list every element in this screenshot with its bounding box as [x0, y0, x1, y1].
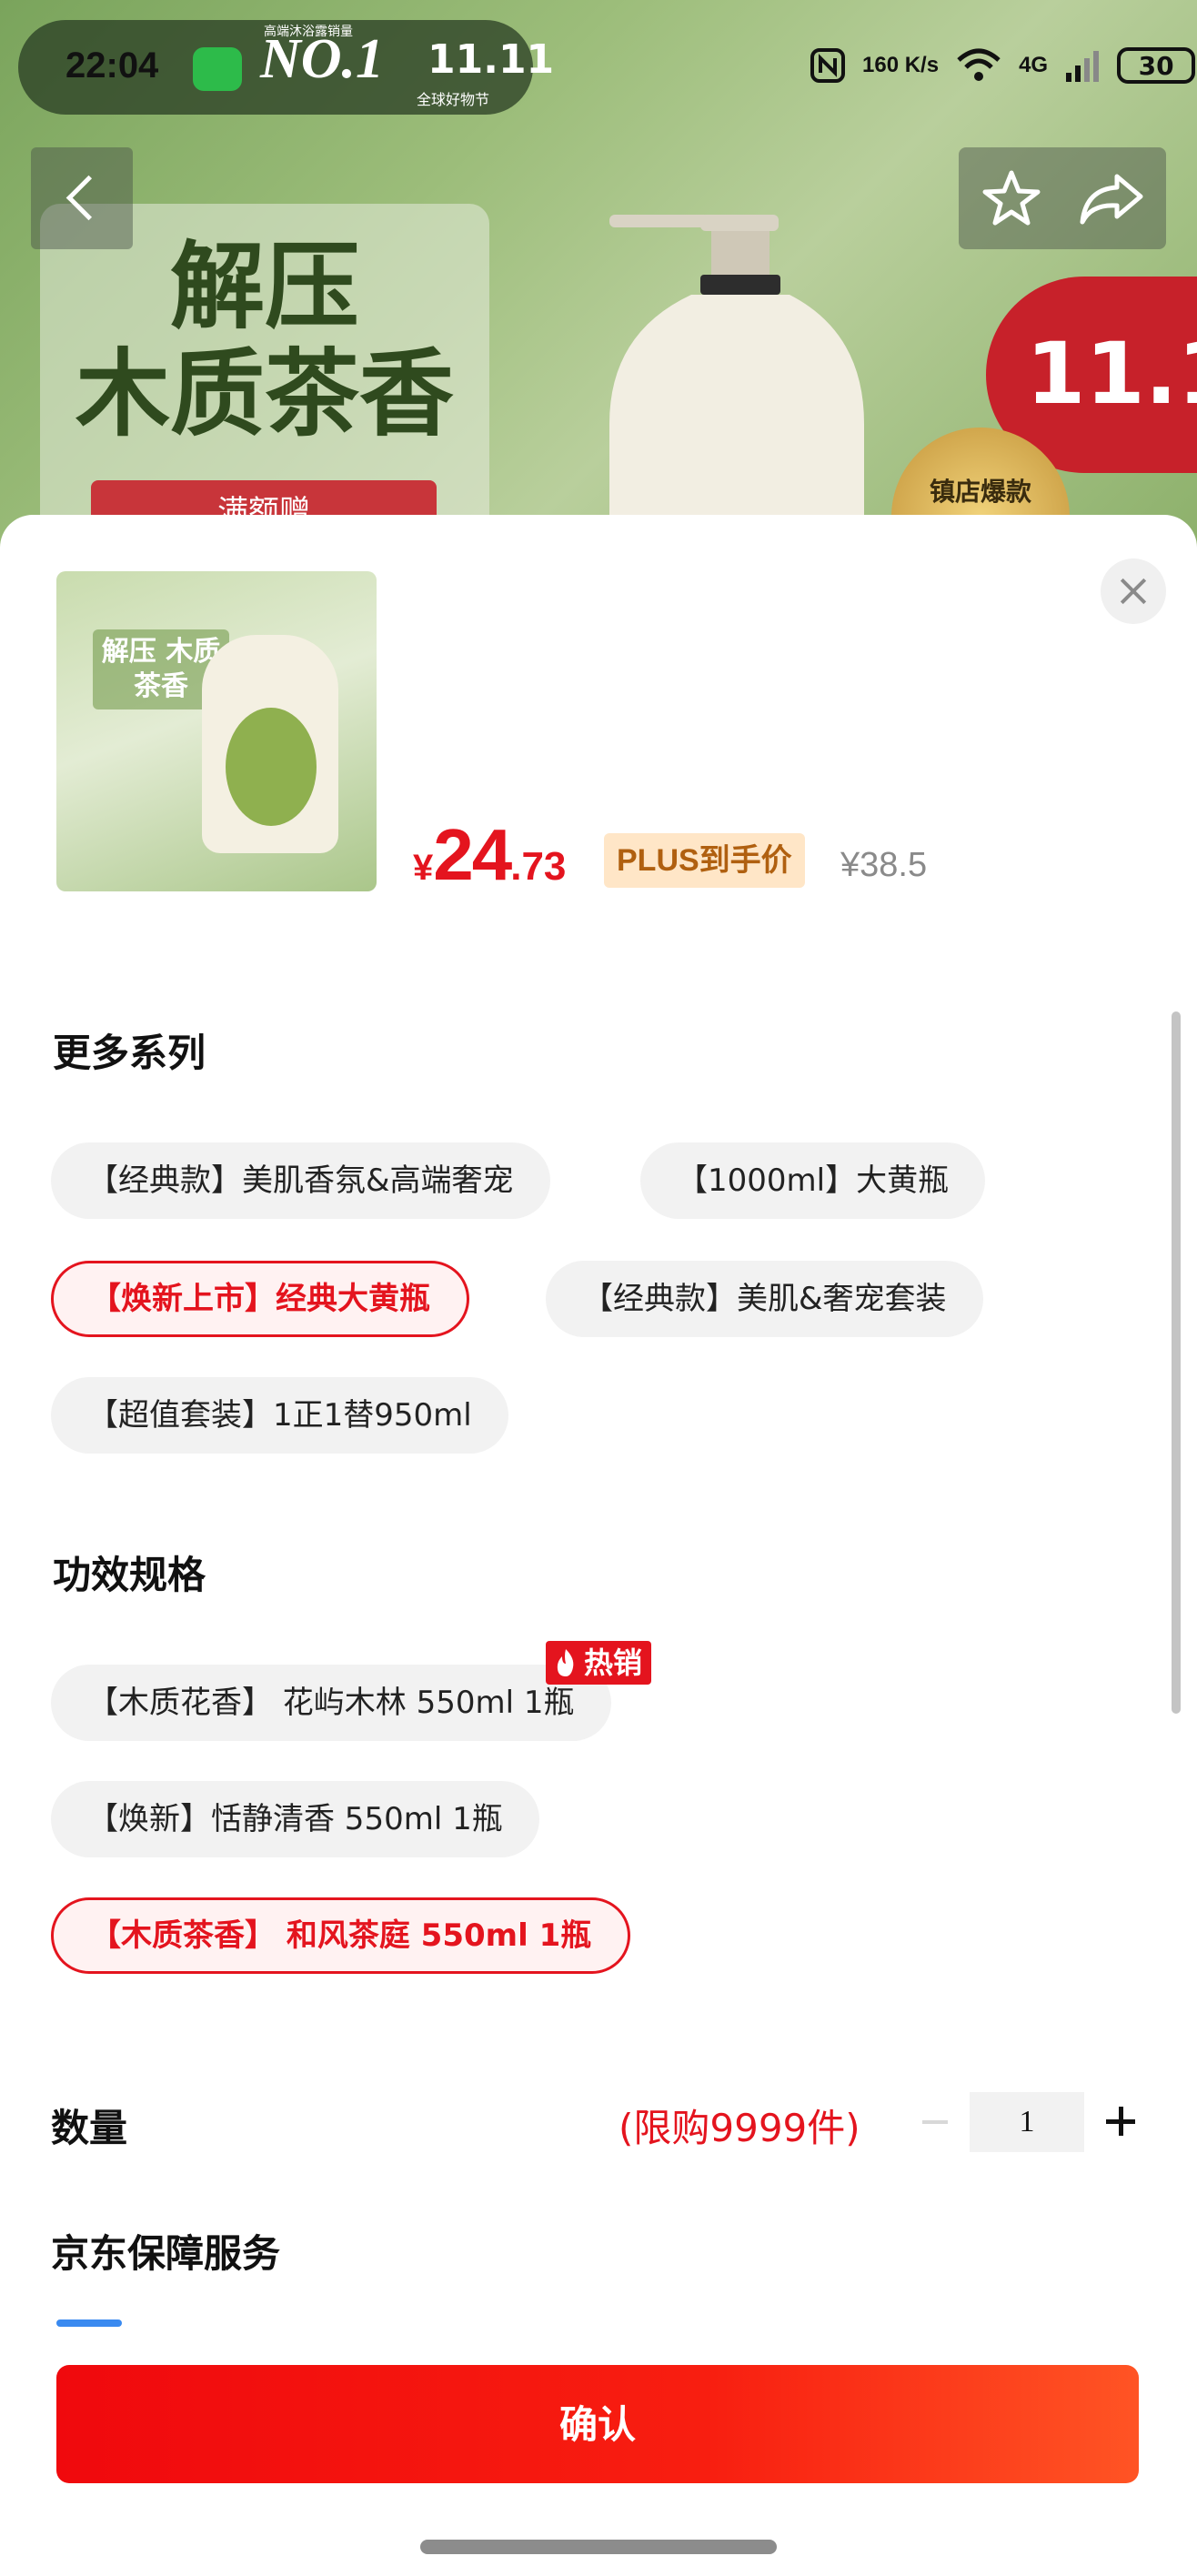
series-section-title: 更多系列 [53, 1031, 206, 1075]
price-currency: ¥ [413, 848, 434, 888]
network-type: 4G [1019, 53, 1049, 77]
plus-price-tag: PLUS到手价 [604, 833, 805, 888]
quantity-stepper[interactable]: 1 [970, 2092, 1084, 2152]
confirm-button[interactable]: 确认 [56, 2365, 1139, 2483]
series-option[interactable]: 【1000ml】大黄瓶 [640, 1142, 986, 1219]
rank-text: NO.1 [260, 28, 385, 90]
spec-option[interactable]: 【焕新】恬静清香 550ml 1瓶 [51, 1781, 539, 1857]
original-price: ¥38.5 [840, 846, 928, 884]
share-icon[interactable] [1077, 167, 1146, 229]
status-indicators: 160 K/s 4G 30 [810, 47, 1196, 84]
top-actions [959, 147, 1166, 249]
flame-icon [557, 1649, 574, 1676]
signal-icon [1066, 51, 1100, 82]
event-text: 11.11 [428, 36, 555, 83]
wifi-icon [957, 48, 1001, 81]
favorite-star-icon[interactable] [981, 167, 1042, 229]
promo-title: 解压 木质茶香 [40, 233, 489, 448]
close-icon[interactable] [1101, 558, 1166, 624]
nfc-icon [810, 48, 845, 83]
hot-badge-label: 热销 [584, 1645, 643, 1680]
wechat-icon [193, 47, 242, 91]
product-hero-background: 解压 木质茶香 满额赠 11.11 镇店爆款 高端沐浴露销量 NO.1 11.1… [0, 0, 1197, 564]
quantity-limit: (限购9999件) [619, 2106, 860, 2150]
network-speed: 160 K/s [862, 53, 940, 77]
product-bottle-image [609, 215, 864, 564]
series-option[interactable]: 【经典款】美肌&奢宠套装 [546, 1261, 983, 1337]
hot-badge: 热销 [546, 1641, 652, 1685]
spec-section-title: 功效规格 [53, 1553, 206, 1597]
promo-title-line2: 木质茶香 [75, 337, 454, 449]
spec-option[interactable]: 【木质花香】 花屿木林 550ml 1瓶 [51, 1665, 611, 1741]
spec-option-selected[interactable]: 【木质茶香】 和风茶庭 550ml 1瓶 [51, 1897, 631, 1974]
home-indicator[interactable] [420, 2540, 777, 2554]
battery-icon: 30 [1117, 47, 1196, 84]
event-caption: 全球好物节 [417, 91, 490, 108]
series-option[interactable]: 【超值套装】1正1替950ml [51, 1377, 508, 1454]
service-option-peek [56, 2319, 122, 2327]
quantity-label: 数量 [51, 2106, 128, 2150]
status-time: 22:04 [65, 45, 159, 86]
series-option[interactable]: 【经典款】美肌香氛&高端奢宠 [51, 1142, 550, 1219]
price: ¥ 24 .73 [413, 813, 566, 897]
thumbnail-bottle-label [226, 708, 317, 826]
back-button[interactable] [31, 147, 133, 249]
scrollbar[interactable] [1172, 1011, 1181, 1714]
price-decimal: .73 [510, 844, 567, 889]
quantity-increase-button[interactable] [1104, 2105, 1137, 2138]
product-thumbnail[interactable]: 解压 木质茶香 [56, 571, 377, 891]
price-integer: 24 [433, 814, 512, 895]
service-section-title: 京东保障服务 [51, 2231, 281, 2276]
series-option-selected[interactable]: 【焕新上市】经典大黄瓶 [51, 1261, 469, 1337]
quantity-decrease-button[interactable] [919, 2107, 951, 2138]
